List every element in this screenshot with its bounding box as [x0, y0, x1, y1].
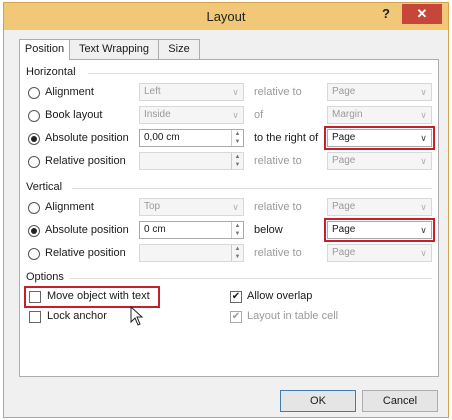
chevron-down-icon[interactable]: ∨ — [416, 245, 431, 261]
h-alignment-value: Left — [144, 86, 161, 97]
lock-anchor-option[interactable]: Lock anchor — [29, 309, 139, 325]
h-alignment-select[interactable]: Left ∨ — [139, 83, 244, 101]
v-alignment-select[interactable]: Top ∨ — [139, 198, 244, 216]
book-layout-select[interactable]: Inside ∨ — [139, 106, 244, 124]
h-absolute-spinner[interactable]: 0,00 cm ▲ ▼ — [139, 129, 244, 147]
h-relative-spinner[interactable]: ▲ ▼ — [139, 152, 244, 170]
allow-overlap-option[interactable]: ✔ Allow overlap — [230, 289, 350, 305]
title-bar[interactable]: Layout ? ✕ — [4, 3, 448, 30]
v-relative-relation: relative to — [254, 247, 302, 259]
allow-overlap-checkbox[interactable]: ✔ — [230, 291, 242, 303]
chevron-down-icon[interactable]: ∨ — [228, 84, 243, 100]
ok-button[interactable]: OK — [280, 390, 356, 412]
allow-overlap-label: Allow overlap — [247, 290, 313, 302]
v-absolute-target: Page — [332, 224, 356, 235]
h-relative-target: Page — [332, 155, 356, 166]
v-relative-label: Relative position — [45, 247, 126, 259]
spin-arrows-icon[interactable]: ▲ ▼ — [231, 245, 243, 261]
v-alignment-label: Alignment — [45, 201, 94, 213]
v-relative-radio[interactable] — [28, 248, 40, 260]
h-alignment-label: Alignment — [45, 86, 94, 98]
h-absolute-target: Page — [332, 132, 356, 143]
v-relative-spinner[interactable]: ▲ ▼ — [139, 244, 244, 262]
layout-in-table-option[interactable]: ✔ Layout in table cell — [230, 309, 360, 325]
book-layout-target: Margin — [332, 109, 363, 120]
book-layout-relation: of — [254, 109, 264, 121]
h-relative-target-select[interactable]: Page ∨ — [327, 152, 432, 170]
v-alignment-target: Page — [332, 201, 356, 212]
chevron-down-icon[interactable]: ∨ — [416, 199, 431, 215]
v-absolute-spinner[interactable]: 0 cm ▲ ▼ — [139, 221, 244, 239]
chevron-down-icon[interactable]: ∨ — [416, 84, 431, 100]
spin-arrows-icon[interactable]: ▲ ▼ — [231, 153, 243, 169]
h-absolute-relation: to the right of — [254, 132, 319, 144]
v-absolute-target-select[interactable]: Page ∨ — [324, 218, 435, 242]
chevron-down-icon[interactable]: ∨ — [416, 222, 431, 238]
chevron-down-icon[interactable]: ∨ — [228, 199, 243, 215]
tab-size[interactable]: Size — [158, 39, 200, 59]
book-layout-radio[interactable] — [28, 110, 40, 122]
position-panel: Horizontal Alignment Left ∨ relative to … — [19, 59, 439, 377]
v-absolute-relation: below — [254, 224, 283, 236]
v-alignment-value: Top — [144, 201, 161, 212]
h-alignment-target-select[interactable]: Page ∨ — [327, 83, 432, 101]
v-relative-target: Page — [332, 247, 356, 258]
h-absolute-value: 0,00 cm — [144, 132, 180, 143]
move-object-option[interactable]: Move object with text — [24, 286, 160, 308]
v-alignment-target-select[interactable]: Page ∨ — [327, 198, 432, 216]
v-absolute-label: Absolute position — [45, 224, 129, 236]
vertical-heading: Vertical — [26, 181, 63, 193]
h-absolute-radio[interactable] — [28, 133, 40, 145]
move-object-label: Move object with text — [47, 290, 150, 302]
cancel-button[interactable]: Cancel — [362, 390, 438, 412]
layout-in-table-label: Layout in table cell — [247, 310, 339, 322]
help-button[interactable]: ? — [374, 4, 398, 24]
v-absolute-value: 0 cm — [144, 224, 166, 235]
book-layout-target-select[interactable]: Margin ∨ — [327, 106, 432, 124]
chevron-down-icon[interactable]: ∨ — [416, 153, 431, 169]
options-heading: Options — [26, 271, 64, 283]
h-relative-radio[interactable] — [28, 156, 40, 168]
v-alignment-relation: relative to — [254, 201, 302, 213]
vertical-divider — [72, 188, 432, 189]
book-layout-value: Inside — [144, 109, 171, 120]
h-absolute-target-select[interactable]: Page ∨ — [324, 126, 435, 150]
chevron-down-icon[interactable]: ∨ — [228, 107, 243, 123]
options-divider — [70, 278, 432, 279]
tab-text-wrapping[interactable]: Text Wrapping — [69, 39, 159, 59]
spin-arrows-icon[interactable]: ▲ ▼ — [231, 222, 243, 238]
horizontal-heading: Horizontal — [26, 66, 76, 78]
h-absolute-label: Absolute position — [45, 132, 129, 144]
dialog-body: Position Text Wrapping Size Horizontal A… — [10, 30, 442, 413]
spin-arrows-icon[interactable]: ▲ ▼ — [231, 130, 243, 146]
v-relative-target-select[interactable]: Page ∨ — [327, 244, 432, 262]
layout-in-table-checkbox[interactable]: ✔ — [230, 311, 242, 323]
h-alignment-relation: relative to — [254, 86, 302, 98]
chevron-down-icon[interactable]: ∨ — [416, 107, 431, 123]
close-button[interactable]: ✕ — [402, 4, 442, 24]
lock-anchor-checkbox[interactable] — [29, 311, 41, 323]
layout-dialog: Layout ? ✕ Position Text Wrapping Size H… — [3, 2, 449, 418]
v-absolute-radio[interactable] — [28, 225, 40, 237]
h-relative-label: Relative position — [45, 155, 126, 167]
book-layout-label: Book layout — [45, 109, 103, 121]
chevron-down-icon[interactable]: ∨ — [416, 130, 431, 146]
h-alignment-radio[interactable] — [28, 87, 40, 99]
v-alignment-radio[interactable] — [28, 202, 40, 214]
tab-position[interactable]: Position — [19, 39, 70, 60]
move-object-checkbox[interactable] — [29, 291, 41, 303]
mouse-pointer-icon — [130, 306, 144, 326]
h-relative-relation: relative to — [254, 155, 302, 167]
lock-anchor-label: Lock anchor — [47, 310, 107, 322]
h-alignment-target: Page — [332, 86, 356, 97]
horizontal-divider — [88, 73, 432, 74]
